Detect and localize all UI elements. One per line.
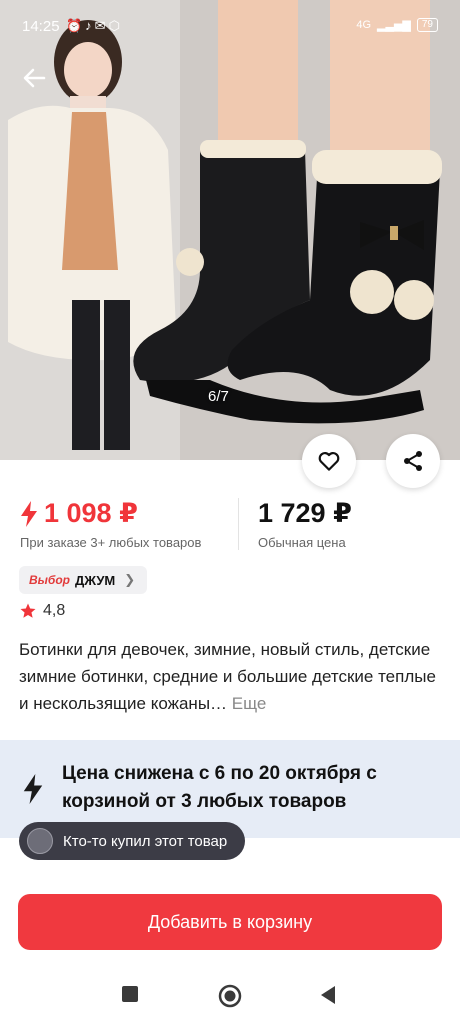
toast-text: Кто-то купил этот товар [63, 832, 228, 850]
battery-level: 79 [416, 18, 438, 32]
notification-icons: ⏰♪✉⬡ [66, 18, 123, 33]
share-icon [404, 451, 422, 471]
promo-text: Цена снижена с 6 по 20 октября с корзино… [62, 763, 377, 812]
status-bar: 14:25 ⏰♪✉⬡ 4G ▂▃▅▇ 79 [0, 0, 460, 56]
chevron-right-icon: ❯ [124, 572, 136, 587]
more-link[interactable]: Еще [232, 694, 267, 713]
product-title: Ботинки для девочек, зимние, новый стиль… [19, 636, 441, 717]
lightning-icon [21, 500, 37, 527]
status-right: 4G ▂▃▅▇ 79 [356, 18, 438, 32]
signal-icon: ▂▃▅▇ [377, 19, 411, 32]
choice-badge[interactable]: Выбор ДЖУМ ❯ [19, 566, 148, 594]
current-price: 1 098 ₽ [44, 498, 138, 528]
square-nav-icon[interactable] [120, 984, 140, 1004]
regular-price: 1 729 ₽ [258, 498, 352, 528]
rating-value: 4,8 [43, 602, 66, 619]
status-time: 14:25 [22, 18, 60, 35]
price-current-block: 1 098 ₽ При заказе 3+ любых товаров [20, 498, 201, 550]
regular-price-note: Обычная цена [258, 535, 346, 550]
product-title-text: Ботинки для девочек, зимние, новый стиль… [19, 640, 436, 713]
brand-label: ДЖУМ [75, 572, 116, 588]
product-image-gallery[interactable]: 14:25 ⏰♪✉⬡ 4G ▂▃▅▇ 79 6/7 [0, 0, 460, 460]
avatar [27, 828, 53, 854]
add-to-cart-button[interactable]: Добавить в корзину [18, 894, 442, 950]
rating[interactable]: 4,8 [19, 602, 65, 620]
share-button[interactable] [386, 434, 440, 488]
circle-nav-icon[interactable] [218, 984, 242, 1008]
purchase-toast: Кто-то купил этот товар [19, 822, 246, 860]
back-arrow-icon[interactable] [18, 62, 50, 94]
next-section-cutoff [19, 872, 441, 882]
price-regular-block: 1 729 ₽ Обычная цена [258, 498, 352, 550]
current-price-note: При заказе 3+ любых товаров [20, 535, 202, 550]
price-divider [238, 498, 239, 550]
favorite-button[interactable] [302, 434, 356, 488]
gallery-counter: 6/7 [208, 388, 229, 405]
triangle-back-nav-icon[interactable] [318, 984, 338, 1006]
add-to-cart-label: Добавить в корзину [147, 911, 313, 932]
heart-icon [318, 452, 340, 471]
network-label: 4G [356, 19, 372, 31]
lightning-icon [23, 774, 43, 804]
choice-label: Выбор [29, 573, 71, 587]
star-icon [20, 603, 36, 618]
system-nav-bar [0, 968, 460, 1024]
product-photo [0, 0, 460, 460]
